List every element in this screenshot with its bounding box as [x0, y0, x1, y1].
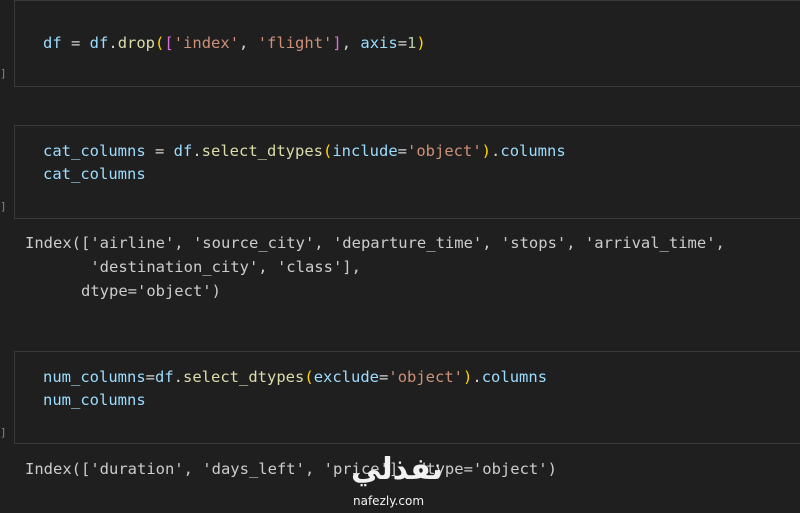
- cell-1-gutter-marker: ]: [0, 67, 7, 80]
- nafezly-watermark: نفذلي nafezly.com: [345, 452, 455, 510]
- cell-2-output-line-2: 'destination_city', 'class'],: [25, 258, 361, 276]
- cell-2-code-line-2[interactable]: cat_columns: [43, 163, 146, 186]
- cell-3-code-line-1[interactable]: num_columns=df.select_dtypes(exclude='ob…: [43, 366, 547, 389]
- cell-2-code-line-1[interactable]: cat_columns = df.select_dtypes(include='…: [43, 140, 566, 163]
- cell-3-gutter-marker: ]: [0, 426, 7, 439]
- cell-2-gutter-marker: ]: [0, 200, 7, 213]
- cell-1-code-line-1[interactable]: df = df.drop(['index', 'flight'], axis=1…: [43, 32, 426, 55]
- watermark-logo: نفذلي: [351, 452, 444, 487]
- watermark-url: nafezly.com: [353, 494, 425, 508]
- cell-3-code-line-2[interactable]: num_columns: [43, 389, 146, 412]
- cell-3-output-line-1: Index(['duration', 'days_left', 'price']…: [25, 460, 557, 478]
- cell-2-output-line-3: dtype='object'): [25, 282, 221, 300]
- cell-2-output-line-1: Index(['airline', 'source_city', 'depart…: [25, 234, 725, 252]
